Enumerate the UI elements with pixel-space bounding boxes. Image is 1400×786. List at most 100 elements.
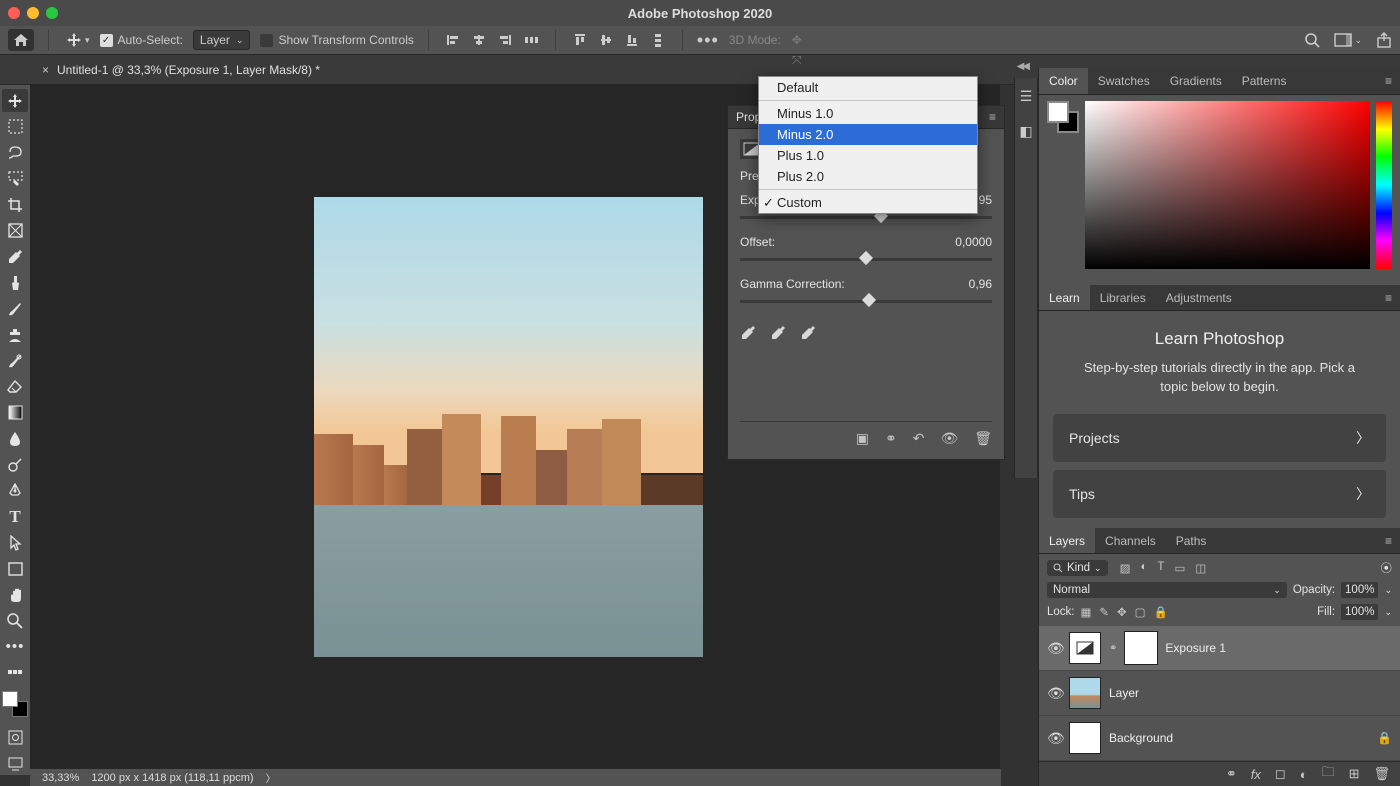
history-brush-tool[interactable] — [2, 349, 28, 372]
type-tool[interactable]: T — [2, 505, 28, 528]
clone-stamp-tool[interactable] — [2, 323, 28, 346]
swatches-tab[interactable]: Swatches — [1088, 68, 1160, 94]
layer-adjustment-thumb[interactable] — [1069, 632, 1101, 664]
filter-smart-icon[interactable]: ◫ — [1195, 561, 1206, 575]
pen-tool[interactable] — [2, 479, 28, 502]
lasso-tool[interactable] — [2, 141, 28, 164]
opacity-dropdown-icon[interactable]: ⌄ — [1384, 585, 1392, 596]
window-minimize-button[interactable] — [27, 7, 39, 19]
preset-minus-1[interactable]: Minus 1.0 — [759, 103, 977, 124]
new-group-icon[interactable]: 🗀 — [1322, 763, 1335, 785]
healing-brush-tool[interactable] — [2, 271, 28, 294]
layer-link-icon[interactable]: ⚭ — [1109, 643, 1117, 654]
panel-menu-icon[interactable]: ≡ — [1377, 291, 1400, 305]
foreground-background-colors[interactable] — [2, 691, 28, 717]
marquee-tool[interactable] — [2, 115, 28, 138]
layer-filter-dropdown[interactable]: Kind ⌄ — [1047, 560, 1108, 576]
info-chevron-icon[interactable]: 〉 — [266, 770, 276, 785]
color-field[interactable] — [1085, 101, 1370, 269]
color-fg-bg-swatch[interactable] — [1047, 101, 1079, 133]
link-icon[interactable]: ⚭ — [885, 430, 897, 447]
align-center-h-icon[interactable] — [469, 30, 489, 50]
lock-artboard-icon[interactable]: ▢ — [1135, 605, 1146, 619]
search-icon[interactable] — [1304, 32, 1320, 48]
preset-default[interactable]: Default — [759, 77, 977, 98]
clip-to-layer-icon[interactable]: ▣ — [856, 430, 869, 447]
learn-tips-item[interactable]: Tips 〉 — [1053, 470, 1386, 518]
channels-tab[interactable]: Channels — [1095, 528, 1166, 554]
layer-image-thumb[interactable] — [1069, 677, 1101, 709]
layer-exposure-1[interactable]: 👁 ⚭ Exposure 1 — [1039, 626, 1400, 671]
layer-name[interactable]: Background — [1109, 731, 1173, 745]
color-tab[interactable]: Color — [1039, 68, 1088, 94]
document-info[interactable]: 1200 px x 1418 px (118,11 ppcm) — [91, 772, 253, 784]
align-right-icon[interactable] — [495, 30, 515, 50]
frame-tool[interactable] — [2, 219, 28, 242]
paths-tab[interactable]: Paths — [1166, 528, 1217, 554]
gradients-tab[interactable]: Gradients — [1160, 68, 1232, 94]
trash-icon[interactable]: 🗑 — [974, 430, 992, 447]
layer-layer[interactable]: 👁 Layer — [1039, 671, 1400, 716]
layer-name[interactable]: Layer — [1109, 686, 1139, 700]
home-button[interactable] — [8, 29, 34, 51]
blur-tool[interactable] — [2, 427, 28, 450]
lock-pixels-icon[interactable]: ✎ — [1099, 605, 1109, 619]
foreground-color-swatch[interactable] — [2, 691, 18, 707]
layer-visibility-icon[interactable]: 👁 — [1047, 685, 1061, 702]
preset-custom[interactable]: ✓Custom — [759, 192, 977, 213]
zoom-tool[interactable] — [2, 609, 28, 632]
move-tool[interactable] — [2, 89, 28, 112]
zoom-percentage[interactable]: 33,33% — [42, 772, 79, 784]
eraser-tool[interactable] — [2, 375, 28, 398]
panel-menu-icon[interactable]: ≡ — [1377, 534, 1400, 548]
preset-plus-2[interactable]: Plus 2.0 — [759, 166, 977, 187]
add-mask-icon[interactable]: ◻ — [1275, 766, 1286, 782]
learn-tab[interactable]: Learn — [1039, 285, 1090, 311]
layer-white-thumb[interactable] — [1069, 722, 1101, 754]
auto-select-target-dropdown[interactable]: Layer ⌄ — [193, 30, 251, 50]
gamma-value[interactable]: 0,96 — [969, 277, 992, 291]
auto-select-checkbox[interactable]: ✓ — [100, 34, 113, 47]
layer-name[interactable]: Exposure 1 — [1165, 641, 1226, 655]
filter-toggle-icon[interactable]: ⦿ — [1381, 560, 1393, 576]
fill-value[interactable]: 100% — [1341, 604, 1378, 620]
quick-mask-icon[interactable] — [2, 726, 28, 749]
lock-all-icon[interactable]: 🔒 — [1154, 605, 1168, 619]
brush-tool[interactable] — [2, 297, 28, 320]
filter-type-icon[interactable]: T — [1157, 561, 1164, 575]
filter-image-icon[interactable]: ▨ — [1120, 561, 1131, 575]
fill-dropdown-icon[interactable]: ⌄ — [1384, 607, 1392, 618]
lock-transparency-icon[interactable]: ▦ — [1081, 605, 1092, 619]
window-zoom-button[interactable] — [46, 7, 58, 19]
align-top-icon[interactable] — [570, 30, 590, 50]
layer-mask-thumb[interactable] — [1125, 632, 1157, 664]
gamma-slider[interactable] — [740, 295, 992, 309]
blend-mode-dropdown[interactable]: Normal⌄ — [1047, 582, 1287, 598]
learn-projects-item[interactable]: Projects 〉 — [1053, 414, 1386, 462]
layers-tab[interactable]: Layers — [1039, 528, 1095, 554]
dodge-tool[interactable] — [2, 453, 28, 476]
panel-menu-icon[interactable]: ≡ — [1377, 74, 1400, 88]
offset-value[interactable]: 0,0000 — [955, 235, 992, 249]
eyedropper-black-icon[interactable] — [740, 325, 756, 341]
delete-layer-icon[interactable]: 🗑 — [1373, 766, 1390, 782]
patterns-tab[interactable]: Patterns — [1232, 68, 1297, 94]
add-adjustment-icon[interactable]: ◐ — [1300, 767, 1308, 782]
align-center-v-icon[interactable] — [596, 30, 616, 50]
panel-menu-icon[interactable]: ≡ — [989, 110, 996, 124]
eyedropper-gray-icon[interactable] — [770, 325, 786, 341]
align-bottom-icon[interactable] — [622, 30, 642, 50]
new-layer-icon[interactable]: ⊞ — [1349, 766, 1360, 782]
layer-background[interactable]: 👁 Background 🔒 — [1039, 716, 1400, 761]
eyedropper-white-icon[interactable] — [800, 325, 816, 341]
quick-selection-tool[interactable] — [2, 167, 28, 190]
share-icon[interactable] — [1376, 32, 1392, 48]
lock-position-icon[interactable]: ✥ — [1117, 605, 1127, 619]
layer-visibility-icon[interactable]: 👁 — [1047, 640, 1061, 657]
visibility-icon[interactable]: 👁 — [940, 430, 958, 447]
document-tab[interactable]: × Untitled-1 @ 33,3% (Exposure 1, Layer … — [34, 55, 328, 84]
layer-effects-icon[interactable]: fx — [1251, 767, 1261, 782]
hand-tool[interactable] — [2, 583, 28, 606]
window-close-button[interactable] — [8, 7, 20, 19]
move-tool-icon[interactable]: ▾ — [63, 31, 90, 49]
